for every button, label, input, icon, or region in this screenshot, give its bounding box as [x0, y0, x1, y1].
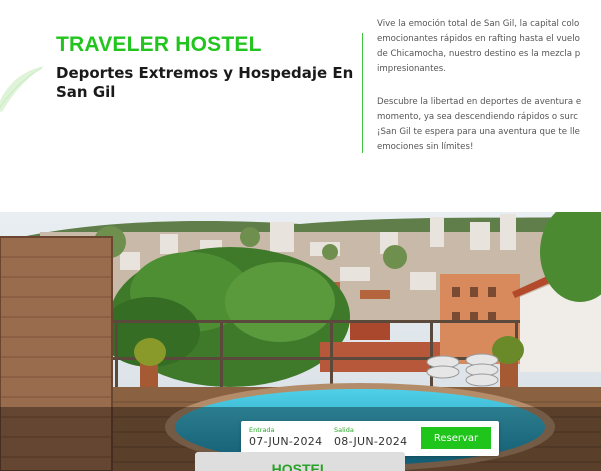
description-line: emociones sin límites! [377, 142, 474, 152]
booking-bar: Entrada 07-JUN-2024 Salida 08-JUN-2024 R… [241, 421, 499, 456]
next-section-header: HOSTEL [195, 452, 405, 471]
hero-intro: TRAVELER HOSTEL Deportes Extremos y Hosp… [0, 0, 601, 210]
description-line: de Chicamocha, nuestro destino es la mez… [377, 49, 581, 59]
checkout-date[interactable]: 08-JUN-2024 [334, 435, 407, 448]
brand-title: TRAVELER HOSTEL [56, 33, 262, 56]
description-line: ¡San Gil te espera para una aventura que… [377, 127, 580, 137]
checkin-label: Entrada [249, 426, 275, 434]
description-line: emocionantes rápidos en rafting hasta el… [377, 34, 580, 44]
description-paragraph-1: Vive la emoción total de San Gil, la cap… [377, 17, 601, 77]
vertical-divider [362, 33, 363, 153]
checkin-field[interactable]: Entrada 07-JUN-2024 [249, 426, 322, 448]
description-line: impresionantes. [377, 64, 446, 74]
checkout-label: Salida [334, 426, 354, 434]
description-paragraph-2: Descubre la libertad en deportes de aven… [377, 95, 601, 155]
reserve-button[interactable]: Reservar [421, 427, 491, 449]
checkin-date[interactable]: 07-JUN-2024 [249, 435, 322, 448]
description-line: Descubre la libertad en deportes de aven… [377, 97, 582, 107]
leaf-decoration-icon [0, 66, 44, 112]
description-line: Vive la emoción total de San Gil, la cap… [377, 19, 580, 29]
hero-subtitle: Deportes Extremos y Hospedaje En San Gil [56, 64, 354, 101]
next-section-title: HOSTEL [271, 461, 329, 471]
description-line: momento, ya sea descendiendo rápidos o s… [377, 112, 578, 122]
checkout-field[interactable]: Salida 08-JUN-2024 [334, 426, 407, 448]
